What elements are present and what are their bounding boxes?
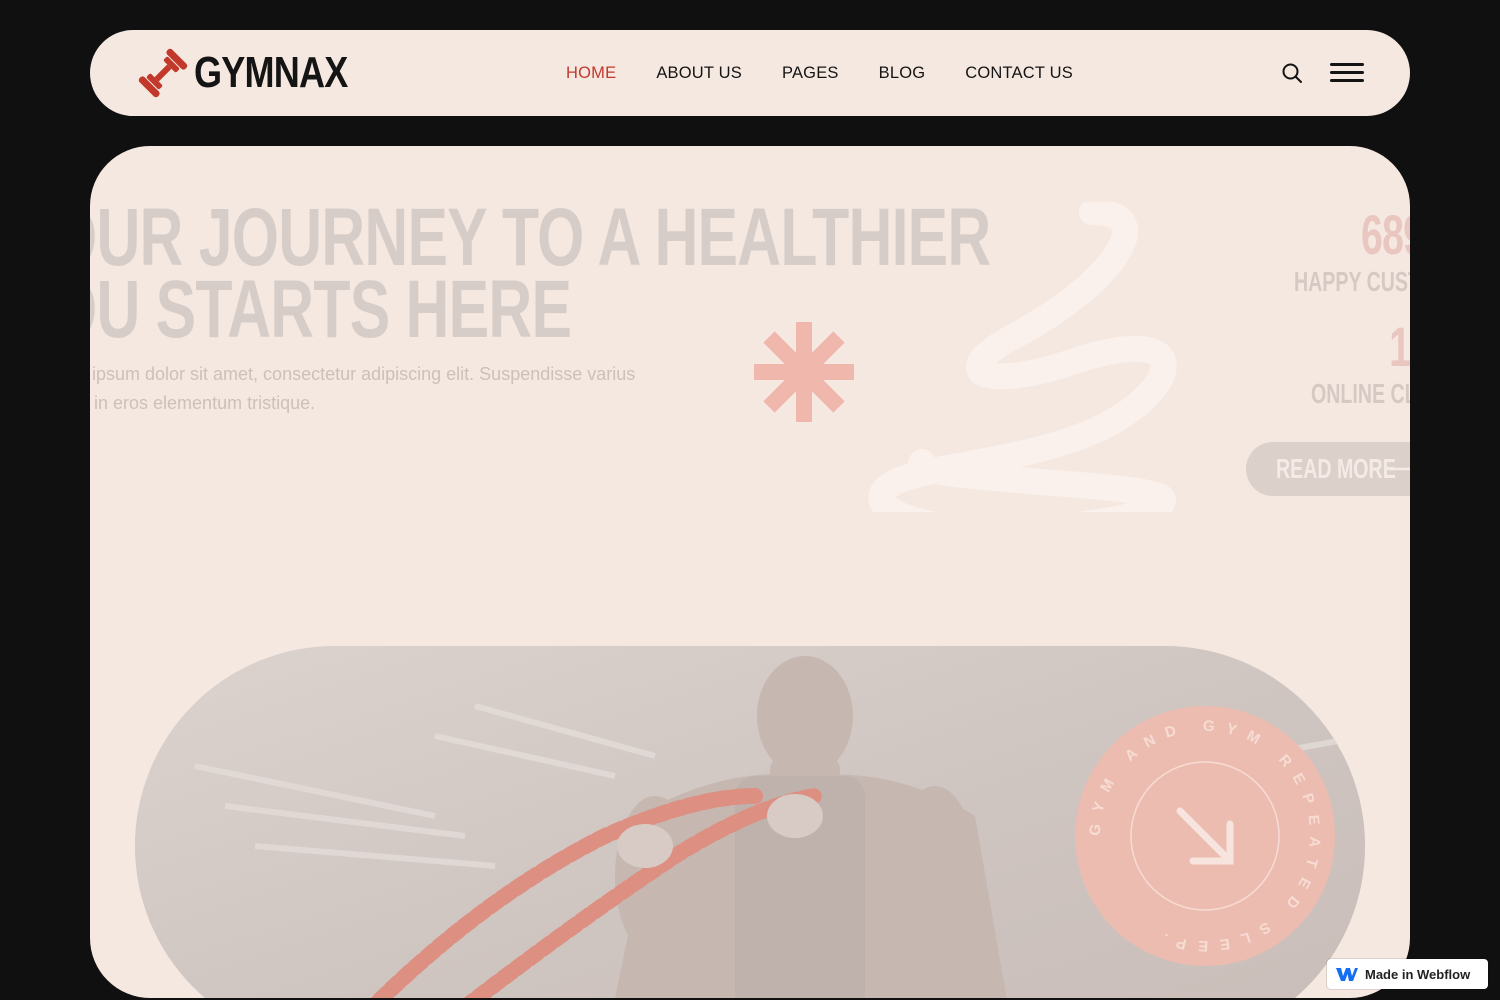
- nav-about-us[interactable]: ABOUT US: [656, 64, 742, 83]
- squiggle-decoration: [868, 202, 1177, 512]
- stat-label-online-classes: ONLINE CLA: [1311, 378, 1410, 409]
- nav-pages[interactable]: PAGES: [782, 64, 839, 83]
- nav-blog[interactable]: BLOG: [879, 64, 926, 83]
- webflow-badge-label: Made in Webflow: [1365, 966, 1471, 982]
- stat-number-online-classes: 120: [1388, 315, 1410, 378]
- nav-contact-us[interactable]: CONTACT US: [965, 64, 1073, 83]
- dumbbell-icon: [138, 48, 188, 98]
- hero-headline-line-2: OU STARTS HERE: [90, 264, 572, 355]
- search-icon: [1282, 63, 1302, 83]
- hero-description-line-2: in eros elementum tristique.: [94, 393, 316, 413]
- brand-logo[interactable]: GYMNAX: [136, 44, 381, 102]
- webflow-icon: [1336, 968, 1358, 981]
- scroll-down-badge[interactable]: GYM AND GYM REPEATED SLEEP.: [1075, 706, 1335, 966]
- hero-section: OUR JOURNEY TO A HEALTHIER OU STARTS HER…: [90, 146, 1410, 998]
- hamburger-menu-icon[interactable]: [1330, 63, 1364, 83]
- arrow-right-icon: [1388, 467, 1410, 471]
- stat-label-happy-customers: HAPPY CUSTM: [1294, 266, 1410, 297]
- stat-number-happy-customers: 689K: [1361, 203, 1410, 266]
- navbar: GYMNAX HOME ABOUT US PAGES BLOG CONTACT …: [90, 30, 1410, 116]
- main-nav: HOME ABOUT US PAGES BLOG CONTACT US: [566, 30, 1113, 116]
- arrow-down-right-icon: [1176, 807, 1234, 865]
- hero-headline: OUR JOURNEY TO A HEALTHIER OU STARTS HER…: [90, 197, 991, 355]
- search-button[interactable]: [1280, 61, 1304, 85]
- asterisk-icon: [754, 322, 854, 422]
- hero-description-line-1: m ipsum dolor sit amet, consectetur adip…: [90, 364, 636, 384]
- circular-text-ring: GYM AND GYM REPEATED SLEEP.: [1086, 717, 1312, 954]
- read-more-button[interactable]: READ MORE: [1246, 442, 1410, 496]
- hero-image: GYM AND GYM REPEATED SLEEP.: [135, 646, 1365, 998]
- made-in-webflow-badge[interactable]: Made in Webflow: [1327, 959, 1488, 989]
- brand-name: GYMNAX: [194, 48, 348, 97]
- hero-description: m ipsum dolor sit amet, consectetur adip…: [90, 360, 712, 418]
- nav-home[interactable]: HOME: [566, 64, 616, 83]
- read-more-label: READ MORE: [1276, 453, 1396, 484]
